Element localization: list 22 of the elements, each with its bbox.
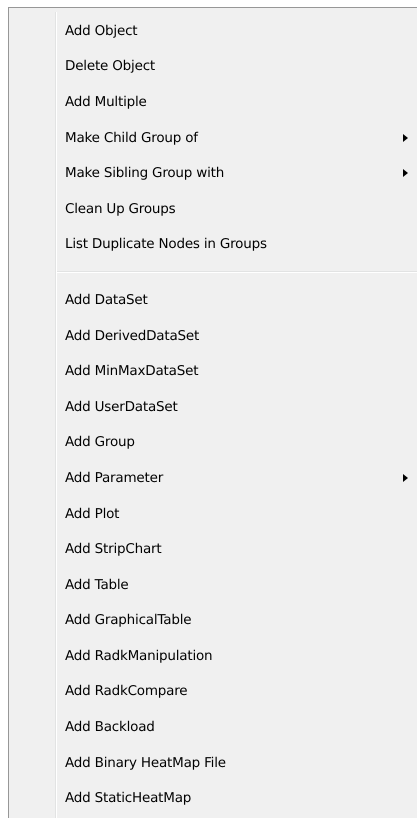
menu-item[interactable]: Add Backload — [9, 709, 417, 745]
menu-item[interactable]: Add DataSet — [9, 282, 417, 318]
menu-item[interactable]: Add MinMaxDataSet — [9, 353, 417, 389]
menu-item[interactable]: Make Child Group of — [9, 120, 417, 156]
menu-item[interactable]: Add RadkManipulation — [9, 638, 417, 674]
menu-item[interactable]: Add Object — [9, 13, 417, 49]
menu-item[interactable]: Clean Up Groups — [9, 190, 417, 227]
menu-item[interactable]: Add Binary HeatMap File — [9, 744, 417, 780]
menu-item[interactable]: Add UserDataSet — [9, 388, 417, 425]
menu-item[interactable]: List Duplicate Nodes in Groups — [9, 226, 417, 262]
menu-item[interactable]: Add StaticHeatMap — [9, 780, 417, 816]
menu-item[interactable]: Delete Object — [9, 48, 417, 84]
menu-item[interactable]: Add StripChart — [9, 531, 417, 567]
menu-item[interactable]: Add Group — [9, 424, 417, 460]
menu-item[interactable]: Add RadkCompare — [9, 674, 417, 710]
menu-item[interactable]: Add Plot — [9, 496, 417, 532]
menu-item[interactable]: Add DerivedDataSet — [9, 318, 417, 354]
menu-item[interactable]: Add Table — [9, 566, 417, 602]
menu-item[interactable]: Add Parameter — [9, 460, 417, 496]
menu-item[interactable]: Add Multiple — [9, 84, 417, 120]
menu-item[interactable]: Add GraphicalTable — [9, 602, 417, 638]
menu-item[interactable]: Make Sibling Group with — [9, 155, 417, 191]
